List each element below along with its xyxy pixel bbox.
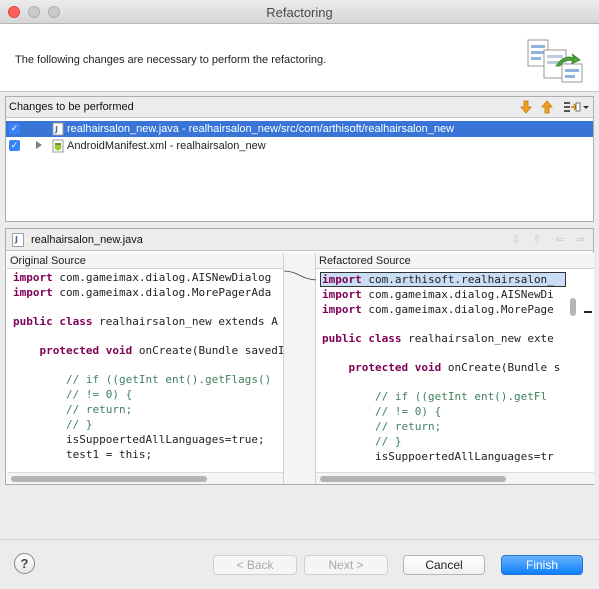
diff-connector-gutter [283, 253, 318, 484]
changes-panel-header: Changes to be performed [6, 97, 593, 118]
copy-right-icon[interactable]: ⇒ [573, 233, 587, 247]
expand-triangle-icon[interactable] [36, 141, 42, 149]
refactoring-wizard-icon [527, 39, 583, 83]
code-line: // if ((getInt ent().getFl [322, 390, 548, 403]
code-line: // if ((getInt ent().getFlags() [13, 373, 272, 386]
original-source-label: Original Source [7, 253, 283, 269]
previous-change-button[interactable] [539, 99, 555, 115]
code-line: com.arthisoft.realhairsalon_ [368, 273, 554, 286]
code-line: com.gameimax.dialog.AISNewDi [368, 288, 554, 301]
arrow-down-icon [520, 100, 532, 114]
code-line: onCreate(Bundle savedI [138, 344, 283, 357]
code-line: // } [13, 418, 93, 431]
java-file-icon: J [52, 122, 64, 136]
help-button[interactable]: ? [14, 553, 35, 574]
previous-difference-icon[interactable]: ⇧ [530, 233, 544, 247]
change-item-manifest[interactable]: ✓ AndroidManifest.xml - realhairsalon_ne… [6, 138, 593, 154]
code-line: // return; [322, 420, 442, 433]
code-line: // return; [13, 403, 133, 416]
code-line: com.gameimax.dialog.AISNewDialog [59, 271, 272, 284]
button-bar-separator [0, 539, 599, 540]
scrollbar-thumb[interactable] [11, 476, 207, 482]
change-item-checkbox[interactable]: ✓ [9, 140, 20, 151]
code-line: realhairsalon_new extends A [99, 315, 278, 328]
refactored-source-code[interactable]: import com.arthisoft.realhairsalon_ impo… [316, 270, 594, 470]
code-line: isSuppoertedAllLanguages=true; [13, 433, 265, 446]
diff-connector-line [283, 270, 318, 281]
vertical-scrollbar-thumb[interactable] [570, 298, 576, 316]
change-item-label: realhairsalon_new.java - realhairsalon_n… [67, 123, 455, 135]
copy-left-icon[interactable]: ⇐ [553, 233, 567, 247]
change-item-label: AndroidManifest.xml - realhairsalon_new [67, 140, 266, 152]
code-line: // != 0) { [13, 388, 133, 401]
original-source-pane[interactable]: Original Source import com.gameimax.dial… [7, 253, 283, 484]
original-source-code[interactable]: import com.gameimax.dialog.AISNewDialog … [7, 270, 283, 470]
back-button[interactable]: < Back [213, 555, 297, 575]
filter-menu-button[interactable] [562, 99, 590, 115]
compare-panel-title: realhairsalon_new.java [31, 234, 143, 246]
filter-dropdown-icon [564, 102, 589, 112]
code-line: com.gameimax.dialog.MorePagerAda [59, 286, 272, 299]
code-line: onCreate(Bundle s [447, 361, 561, 374]
change-item-java-file[interactable]: ✓ J realhairsalon_new.java - realhairsal… [6, 121, 593, 137]
original-horizontal-scrollbar[interactable] [7, 472, 283, 484]
next-button[interactable]: Next > [304, 555, 388, 575]
refactored-source-label: Refactored Source [316, 253, 594, 269]
android-manifest-icon [52, 139, 64, 153]
compare-panel: J realhairsalon_new.java ⇩ ⇧ ⇐ ⇒ Origina… [5, 228, 594, 485]
wizard-header: The following changes are necessary to p… [0, 24, 599, 92]
arrow-up-icon [541, 100, 553, 114]
code-line: com.gameimax.dialog.MorePage [368, 303, 554, 316]
change-item-checkbox[interactable]: ✓ [9, 123, 20, 134]
changes-panel: Changes to be performed ✓ J realhairsalo… [5, 96, 594, 222]
code-line: // != 0) { [322, 405, 442, 418]
window-title: Refactoring [266, 5, 333, 20]
code-line: // } [322, 435, 402, 448]
refactored-horizontal-scrollbar[interactable] [316, 472, 594, 484]
next-change-button[interactable] [518, 99, 534, 115]
title-bar: Refactoring [0, 0, 599, 24]
svg-text:J: J [54, 125, 58, 134]
code-line: realhairsalon_new exte [408, 332, 554, 345]
code-line: isSuppoertedAllLanguages=tr [322, 450, 554, 463]
next-difference-icon[interactable]: ⇩ [509, 233, 523, 247]
finish-button[interactable]: Finish [501, 555, 583, 575]
java-file-icon: J [12, 233, 24, 247]
scrollbar-thumb[interactable] [320, 476, 506, 482]
refactored-source-pane[interactable]: Refactored Source import com.arthisoft.r… [316, 253, 594, 484]
header-message: The following changes are necessary to p… [15, 54, 327, 66]
code-line: test1 = this; [13, 448, 153, 461]
compare-panel-header: J realhairsalon_new.java ⇩ ⇧ ⇐ ⇒ [6, 229, 593, 251]
overview-ruler-marker[interactable] [584, 311, 592, 313]
cancel-button[interactable]: Cancel [403, 555, 485, 575]
changes-panel-title: Changes to be performed [9, 101, 134, 113]
